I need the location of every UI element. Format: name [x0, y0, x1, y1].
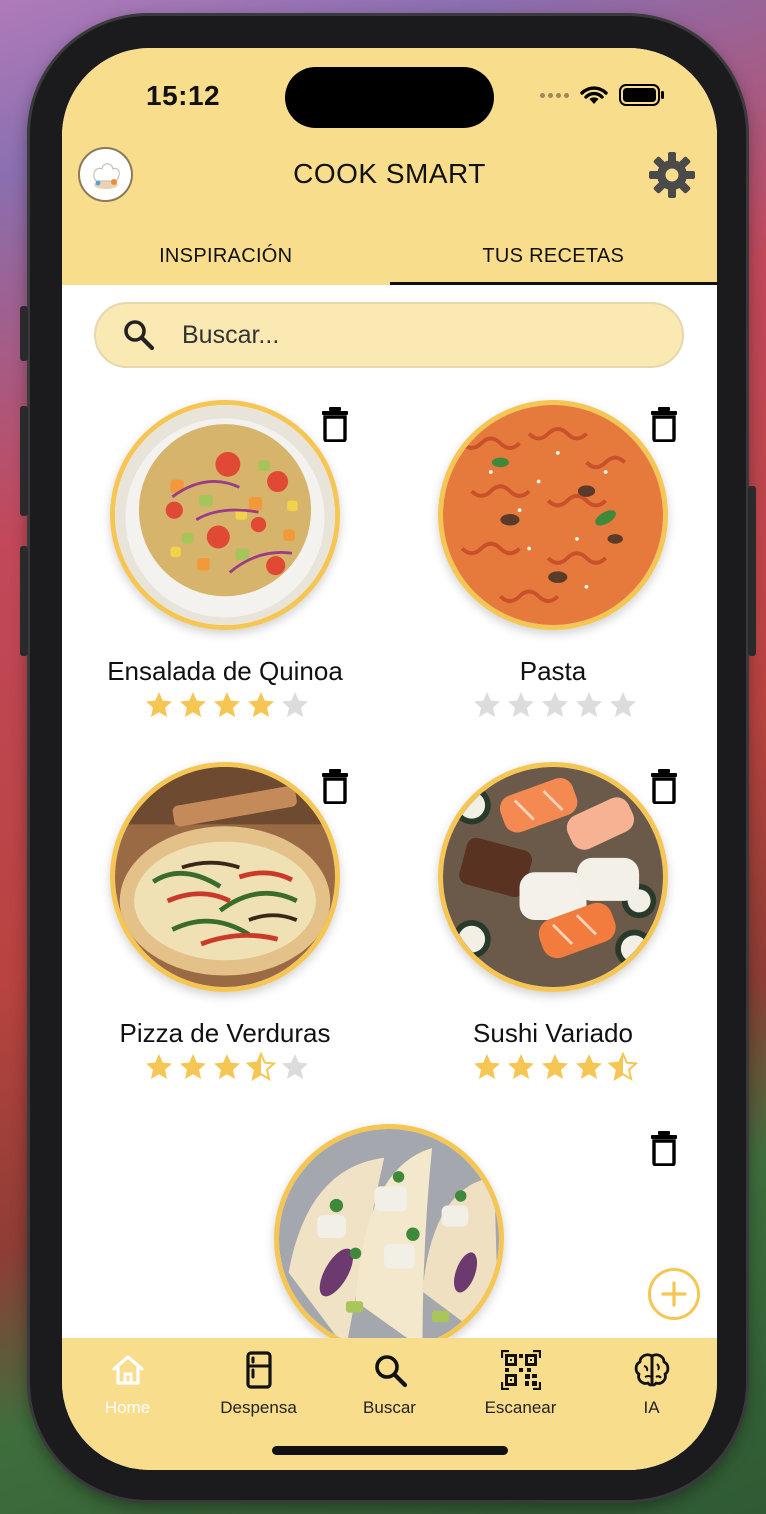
recipe-image-fish-tacos[interactable]	[274, 1124, 504, 1354]
recipe-name: Sushi Variado	[473, 1018, 633, 1048]
fridge-icon	[245, 1351, 272, 1389]
star-half-icon[interactable]	[246, 1052, 276, 1082]
nav-label: Despensa	[220, 1398, 297, 1417]
nav-label: Home	[104, 1398, 151, 1417]
top-app-bar: 15:12 COOK SMART INSPIRACIÓN TUS RECETAS	[62, 48, 717, 285]
recipe-name: Pizza de Verduras	[119, 1018, 331, 1048]
search-icon	[374, 1355, 407, 1388]
qr-code-icon	[500, 1350, 541, 1390]
search-placeholder: Buscar...	[182, 320, 280, 349]
star-empty-icon[interactable]	[608, 690, 638, 720]
star-empty-icon[interactable]	[540, 690, 570, 720]
plus-icon	[661, 1281, 687, 1307]
recipe-name: Pasta	[519, 656, 587, 686]
star-filled-icon[interactable]	[212, 1052, 242, 1082]
search-input[interactable]: Buscar...	[94, 302, 684, 368]
app-title: COOK SMART	[293, 158, 486, 189]
recipe-image-vegetable-pizza[interactable]	[110, 762, 340, 992]
star-empty-icon[interactable]	[280, 690, 310, 720]
recipe-name: Ensalada de Quinoa	[107, 656, 343, 686]
star-filled-icon[interactable]	[540, 1052, 570, 1082]
recipe-image-fusilli-pasta[interactable]	[438, 400, 668, 630]
volume-down-button	[20, 546, 28, 656]
app-screen: 15:12 COOK SMART INSPIRACIÓN TUS RECETAS…	[62, 48, 717, 1470]
tab-bar: INSPIRACIÓN TUS RECETAS	[62, 238, 717, 285]
nav-home[interactable]: Home	[62, 1338, 193, 1470]
add-recipe-button[interactable]	[648, 1268, 700, 1320]
search-icon	[124, 320, 155, 351]
nav-label: IA	[643, 1398, 660, 1417]
star-filled-icon[interactable]	[246, 690, 276, 720]
battery-icon	[619, 84, 664, 106]
dynamic-island	[285, 67, 494, 128]
volume-up-button	[20, 406, 28, 516]
home-icon	[111, 1355, 144, 1385]
trash-icon[interactable]	[649, 1130, 679, 1166]
star-filled-icon[interactable]	[178, 690, 208, 720]
rating-stars[interactable]	[472, 690, 638, 720]
trash-icon[interactable]	[649, 406, 679, 442]
star-filled-icon[interactable]	[144, 690, 174, 720]
tab-inspiracion[interactable]: INSPIRACIÓN	[62, 238, 390, 285]
recipe-image-quinoa-salad[interactable]	[110, 400, 340, 630]
side-button	[20, 306, 28, 361]
star-empty-icon[interactable]	[506, 690, 536, 720]
trash-icon[interactable]	[320, 406, 350, 442]
nav-ia[interactable]: IA	[586, 1338, 717, 1470]
star-empty-icon[interactable]	[280, 1052, 310, 1082]
trash-icon[interactable]	[320, 768, 350, 804]
trash-icon[interactable]	[649, 768, 679, 804]
star-filled-icon[interactable]	[506, 1052, 536, 1082]
cellular-signal-icon	[540, 92, 569, 98]
brain-icon	[634, 1353, 669, 1387]
rating-stars[interactable]	[144, 1052, 310, 1082]
power-button	[748, 486, 756, 656]
star-filled-icon[interactable]	[144, 1052, 174, 1082]
star-empty-icon[interactable]	[472, 690, 502, 720]
star-filled-icon[interactable]	[472, 1052, 502, 1082]
status-time: 15:12	[146, 80, 221, 111]
recipe-image-assorted-sushi[interactable]	[438, 762, 668, 992]
nav-label: Escanear	[484, 1398, 557, 1417]
home-indicator	[272, 1446, 508, 1455]
star-half-icon[interactable]	[608, 1052, 638, 1082]
rating-stars[interactable]	[472, 1052, 638, 1082]
rating-stars[interactable]	[144, 690, 310, 720]
star-filled-icon[interactable]	[212, 690, 242, 720]
status-icons	[540, 84, 665, 106]
star-filled-icon[interactable]	[178, 1052, 208, 1082]
tab-tus-recetas[interactable]: TUS RECETAS	[389, 238, 718, 285]
gear-icon[interactable]	[647, 150, 697, 200]
star-empty-icon[interactable]	[574, 690, 604, 720]
star-filled-icon[interactable]	[574, 1052, 604, 1082]
nav-label: Buscar	[363, 1398, 416, 1417]
wifi-icon	[580, 86, 608, 104]
